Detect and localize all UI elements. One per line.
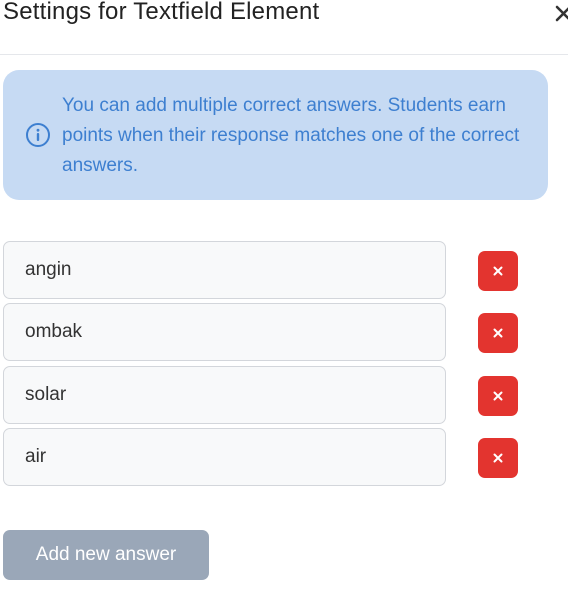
answer-row bbox=[3, 241, 523, 301]
delete-answer-button[interactable] bbox=[478, 438, 518, 478]
close-icon bbox=[555, 5, 568, 22]
answer-input[interactable] bbox=[3, 366, 446, 424]
close-icon bbox=[493, 453, 503, 463]
answer-input[interactable] bbox=[3, 303, 446, 361]
close-icon bbox=[493, 328, 503, 338]
answer-row bbox=[3, 303, 523, 363]
dialog-title: Settings for Textfield Element bbox=[3, 0, 320, 25]
delete-answer-button[interactable] bbox=[478, 251, 518, 291]
answer-input[interactable] bbox=[3, 428, 446, 486]
close-button[interactable] bbox=[555, 2, 568, 24]
close-icon bbox=[493, 391, 503, 401]
answer-input[interactable] bbox=[3, 241, 446, 299]
dialog-header: Settings for Textfield Element bbox=[0, 0, 568, 55]
answer-row bbox=[3, 366, 523, 426]
add-new-answer-button[interactable]: Add new answer bbox=[3, 530, 209, 580]
close-icon bbox=[493, 266, 503, 276]
info-text: You can add multiple correct answers. St… bbox=[62, 95, 520, 176]
info-alert: You can add multiple correct answers. St… bbox=[3, 70, 548, 200]
delete-answer-button[interactable] bbox=[478, 313, 518, 353]
info-circle-icon bbox=[26, 123, 50, 147]
answer-row bbox=[3, 428, 523, 488]
delete-answer-button[interactable] bbox=[478, 376, 518, 416]
textfield-settings-dialog: Settings for Textfield Element You can a… bbox=[0, 0, 568, 600]
